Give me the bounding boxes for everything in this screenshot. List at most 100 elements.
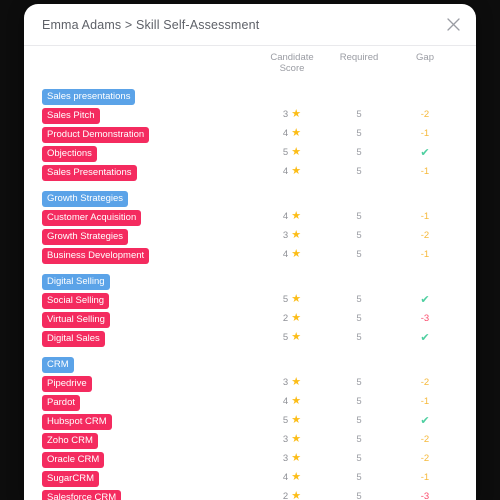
column-header-candidate-score-line2: Score [279, 63, 305, 74]
required-value: 5 [356, 491, 362, 500]
gap-value: -2 [420, 230, 430, 241]
star-icon: ★ [291, 293, 302, 305]
category-cell: Sales presentations [42, 86, 260, 105]
candidate-score-value: 4 [282, 211, 289, 222]
candidate-score-value: 3 [282, 109, 289, 120]
gap-value: -2 [420, 453, 430, 464]
star-icon: ★ [291, 490, 302, 500]
candidate-score-value: 3 [282, 453, 289, 464]
skill-cell: Sales Presentations [42, 162, 260, 181]
candidate-score-value: 5 [282, 332, 289, 343]
star-icon: ★ [291, 248, 302, 260]
star-icon: ★ [291, 165, 302, 177]
category-tag[interactable]: Digital Selling [42, 274, 110, 290]
required-value: 5 [356, 211, 362, 222]
skill-tag[interactable]: Growth Strategies [42, 229, 129, 245]
candidate-score-value: 5 [282, 294, 289, 305]
candidate-score-value: 3 [282, 434, 289, 445]
skill-tag[interactable]: Zoho CRM [42, 433, 98, 449]
category-row: Digital Selling [42, 271, 464, 290]
candidate-score-cell: 4 ★ [260, 396, 324, 408]
category-cell: Digital Selling [42, 271, 260, 290]
candidate-score-value: 4 [282, 166, 289, 177]
skill-tag[interactable]: Digital Sales [42, 331, 105, 347]
table-row: Pipedrive 3 ★ 5 -2 [42, 373, 464, 392]
table-row: Hubspot CRM 5 ★ 5 ✔ [42, 411, 464, 430]
skill-tag[interactable]: Oracle CRM [42, 452, 105, 468]
column-header-gap: Gap [416, 52, 434, 63]
candidate-score-cell: 3 ★ [260, 109, 324, 121]
skill-assessment-modal: Emma Adams > Skill Self-Assessment Candi… [24, 4, 476, 500]
candidate-score-value: 2 [282, 491, 289, 500]
required-value: 5 [356, 249, 362, 260]
category-cell: Growth Strategies [42, 188, 260, 207]
candidate-score-cell: 4 ★ [260, 471, 324, 484]
category-row: Growth Strategies [42, 188, 464, 207]
skill-cell: Zoho CRM [42, 430, 260, 449]
required-value: 5 [356, 396, 362, 407]
candidate-score-cell: 5 ★ [260, 146, 324, 159]
category-tag[interactable]: CRM [42, 357, 74, 373]
gap-value: -2 [420, 377, 430, 388]
required-value: 5 [356, 332, 362, 343]
skill-cell: Pipedrive [42, 373, 260, 392]
gap-value: -1 [420, 396, 430, 407]
skill-cell: SugarCRM [42, 468, 260, 487]
table-row: Oracle CRM 3 ★ 5 -2 [42, 449, 464, 468]
table-row: Objections 5 ★ 5 ✔ [42, 143, 464, 162]
skill-tag[interactable]: SugarCRM [42, 471, 99, 487]
required-value: 5 [356, 109, 362, 120]
skill-cell: Digital Sales [42, 328, 260, 347]
skill-tag[interactable]: Salesforce CRM [42, 490, 122, 500]
skill-tag[interactable]: Customer Acquisition [42, 210, 142, 226]
candidate-score-value: 5 [282, 415, 289, 426]
star-icon: ★ [291, 146, 302, 158]
gap-value: -2 [420, 109, 430, 120]
skill-tag[interactable]: Social Selling [42, 293, 110, 309]
star-icon: ★ [291, 127, 302, 139]
skill-tag[interactable]: Sales Pitch [42, 108, 100, 124]
candidate-score-value: 2 [282, 313, 289, 324]
skill-tag[interactable]: Pardot [42, 395, 80, 411]
skill-tag[interactable]: Business Development [42, 248, 150, 264]
candidate-score-value: 5 [282, 147, 289, 158]
candidate-score-cell: 4 ★ [260, 211, 324, 223]
column-header-required: Required [339, 52, 379, 63]
skill-tag[interactable]: Product Demonstration [42, 127, 150, 143]
gap-value: -2 [420, 434, 430, 445]
table-row: Sales Presentations 4 ★ 5 -1 [42, 162, 464, 181]
skill-tag[interactable]: Hubspot CRM [42, 414, 112, 430]
table-row: SugarCRM 4 ★ 5 -1 [42, 468, 464, 487]
skill-tag[interactable]: Sales Presentations [42, 165, 137, 181]
skill-cell: Growth Strategies [42, 226, 260, 245]
category-row: CRM [42, 354, 464, 373]
candidate-score-value: 4 [282, 249, 289, 260]
star-icon: ★ [291, 312, 302, 324]
candidate-score-value: 3 [282, 377, 289, 388]
star-icon: ★ [291, 471, 302, 483]
close-icon[interactable] [443, 15, 463, 35]
star-icon: ★ [291, 452, 302, 464]
required-value: 5 [356, 377, 362, 388]
candidate-score-cell: 5 ★ [260, 331, 324, 344]
required-value: 5 [356, 128, 362, 139]
skill-tag[interactable]: Virtual Selling [42, 312, 110, 328]
gap-check-icon: ✔ [420, 332, 430, 344]
category-tag[interactable]: Sales presentations [42, 89, 136, 105]
gap-value: -1 [420, 249, 430, 260]
skill-cell: Business Development [42, 245, 260, 264]
candidate-score-cell: 2 ★ [260, 312, 324, 325]
table-row: Digital Sales 5 ★ 5 ✔ [42, 328, 464, 347]
required-value: 5 [356, 294, 362, 305]
skill-cell: Pardot [42, 392, 260, 411]
star-icon: ★ [291, 376, 302, 388]
star-icon: ★ [291, 229, 302, 241]
candidate-score-cell: 5 ★ [260, 293, 324, 306]
skills-table: Candidate Score Required Gap Sales prese… [24, 46, 476, 500]
required-value: 5 [356, 453, 362, 464]
star-icon: ★ [291, 331, 302, 343]
category-tag[interactable]: Growth Strategies [42, 191, 129, 207]
required-value: 5 [356, 313, 362, 324]
skill-tag[interactable]: Objections [42, 146, 97, 162]
skill-tag[interactable]: Pipedrive [42, 376, 92, 392]
